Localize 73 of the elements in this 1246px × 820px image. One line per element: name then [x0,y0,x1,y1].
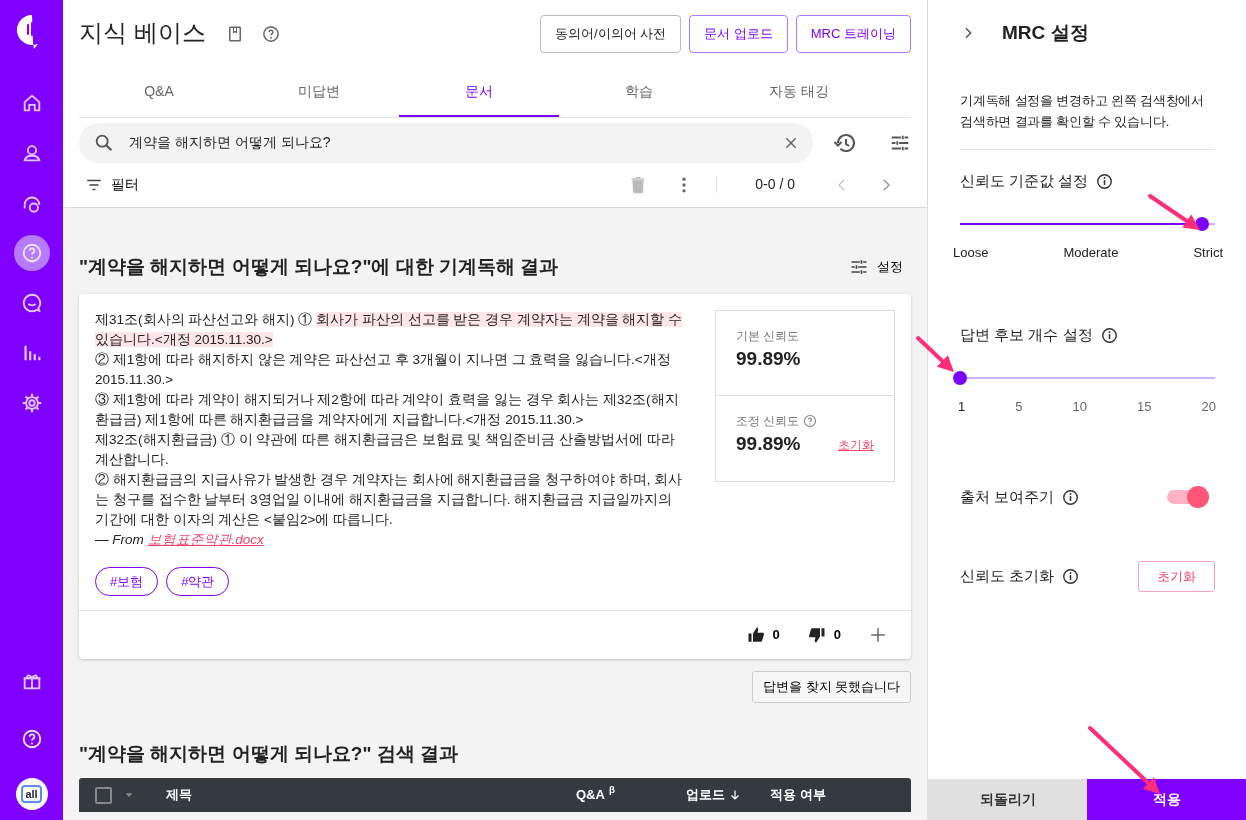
plus-icon[interactable] [869,625,887,644]
pagination-text: 0-0 / 0 [755,175,795,194]
setting-label: 신뢰도 초기화 [960,566,1055,586]
tag-chip[interactable]: #보험 [95,566,159,597]
column-header[interactable]: Q&A $^{β}$ [576,785,615,805]
page-title: 지식 베이스 [79,19,206,49]
confidence-label: 기본 신뢰도 [736,328,801,346]
setting-label: 답변 후보 개수 설정 [960,325,1093,345]
slider-mark-label: 1 [958,397,966,416]
reset-link[interactable]: 초기화 [838,435,874,454]
slider-mark-label: 20 [1201,397,1216,416]
thumbs-down-icon [807,625,826,644]
info-icon[interactable] [1100,326,1118,344]
source-text: — From 보험표준약관.docx [95,531,265,550]
section-title: "계약을 해지하면 어떻게 되나요?" 검색 결과 [79,743,460,767]
like-button[interactable]: 0 [746,625,780,645]
filter-button[interactable]: 필터 [85,174,139,195]
annotation-arrow [916,336,954,372]
confidence-value: 99.89% [736,347,802,372]
column-header[interactable]: 업로드 [686,785,741,805]
passage-text: 제31조(회사의 파산선고와 해지) ① 회사가 파산의 선고를 받은 경우 계약자는 계약을 해지할 수 있습니다.<개정 2015.11.30.> ② 제1항에 따라 해지하지 않은 계약은 파산선고 후 3개월이 지나면 그 효력을 잃습니다.<개정 2015.11.30.> ③ 제1항에 따라 계약이 해지되거나 제2항에 따라 계약이 효력을 잃는 경우 회사는 제32조(해지환급금) 제1항에 따른 해지환급금을 계약자에게 지급합니다.<개정 2015.11.30.> 제32조(해지환급금) ① 이 약관에 따른 해지환급금은 보험료 및 책임준비금 산출방법서에 따라 계산합니다. ② 해지환급금의 지급사유가 발생한 경우 계약자는 회사에 해지환급금을 청구하여야 하며, 회사는 청구를 접수한 날부터 3영업일 이내에 해지환급금을 지급합니다. 해지환급금 지급일까지의 기간에 대한 이자의 계산은 <붙임2>에 따릅니다. [95,311,684,530]
slider-mark-label: Moderate [1063,243,1119,262]
user-avatar[interactable]: all [15,778,48,810]
slider-thumb[interactable] [953,370,967,385]
settings-icon [20,392,43,414]
confidence-value: 99.89% [736,432,801,457]
slider-mark-label: 5 [1015,397,1023,416]
slider-mark-label: Strict [1193,243,1223,262]
tab[interactable]: 미답변 [239,67,399,117]
thumbs-up-icon [746,625,765,644]
tab[interactable]: Q&A [79,67,239,117]
tab[interactable]: 문서 [399,67,559,117]
slider-mark-label: Loose [953,243,989,262]
header-button[interactable]: 동의어/이의어 사전 [539,15,682,53]
apply-button[interactable]: 적용 [1087,779,1246,820]
info-icon[interactable] [1096,172,1114,190]
settings-button[interactable]: 설정 [849,256,903,277]
slider-mark-label: 10 [1072,397,1087,416]
column-header[interactable]: 적용 여부 [770,785,826,805]
confidence-label: 조정 신뢰도 [736,413,800,431]
tab[interactable]: 자동 태깅 [719,67,879,117]
panel-title: MRC 설정 [1002,21,1089,45]
annotation-arrow [1088,726,1160,794]
help-icon [20,242,43,264]
tab[interactable]: 학습 [559,67,719,117]
avatar-text: all [21,785,42,803]
header-button[interactable]: 문서 업로드 [689,15,788,53]
checkbox[interactable] [95,786,112,804]
chat-bubble-icon [20,292,43,314]
arrow-down-icon[interactable] [729,789,741,802]
search-input[interactable]: 계약을 해지하면 어떻게 되나요? [127,131,771,154]
section-title: "계약을 해지하면 어떻게 되나요?"에 대한 기계독해 결과 [79,255,559,279]
setting-label: 출처 보여주기 [960,487,1055,507]
dislike-button[interactable]: 0 [807,625,841,645]
info-icon[interactable] [1062,488,1080,506]
setting-label: 신뢰도 기준값 설정 [960,171,1089,191]
source-link[interactable]: 보험표준약관.docx [147,532,264,548]
sidebar-item[interactable] [13,235,50,271]
not-found-button[interactable]: 답변을 찾지 못했습니다 [752,670,911,704]
panel-description: 기계독해 설정을 변경하고 왼쪽 검색창에서 검색하면 결과를 확인할 수 있습니다. [960,90,1215,150]
annotation-arrow [1148,194,1200,230]
reset-button[interactable]: 초기화 [1138,560,1215,592]
revert-button[interactable]: 되돌리기 [928,779,1087,820]
tag-chip[interactable]: #약관 [166,566,230,597]
info-icon[interactable] [1062,567,1080,585]
slider-mark-label: 15 [1137,397,1152,416]
toggle-switch[interactable] [1165,486,1209,509]
search-field[interactable]: 계약을 해지하면 어떻게 되나요? [79,122,813,163]
column-header[interactable]: 제목 [166,785,192,805]
help-icon[interactable] [261,24,280,43]
help-icon[interactable] [803,414,818,429]
header-button[interactable]: MRC 트레이닝 [795,15,911,53]
help-icon [20,728,43,750]
